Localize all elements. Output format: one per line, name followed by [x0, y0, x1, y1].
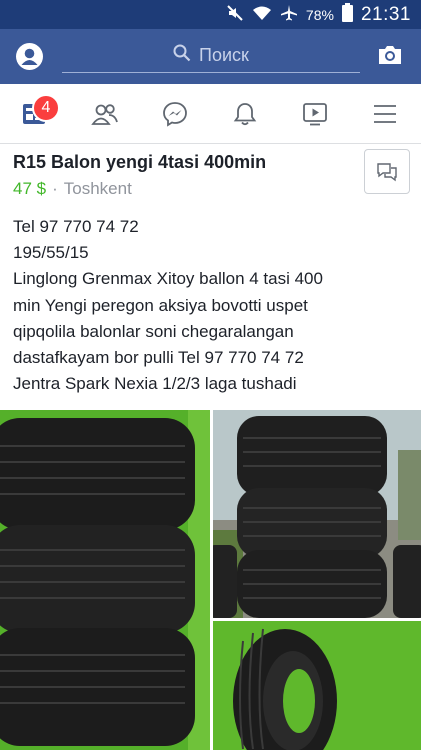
battery-icon	[341, 3, 353, 26]
video-icon	[303, 103, 327, 126]
tab-bar: 4	[0, 84, 421, 144]
bell-icon	[233, 103, 257, 126]
description-line: Linglong Grenmax Xitoy ballon 4 tasi 400	[13, 269, 323, 289]
search-input[interactable]: Поиск	[62, 39, 360, 73]
post-description: Tel 97 770 74 72 195/55/15 Linglong Gren…	[13, 214, 408, 397]
chat-bubbles-icon	[377, 162, 397, 181]
status-icons: 78% 21:31	[226, 0, 411, 29]
tab-watch[interactable]	[299, 98, 331, 130]
tab-friends[interactable]	[89, 98, 121, 130]
marketplace-post: R15 Balon yengi 4tasi 400min 47 $ · Toshke…	[0, 144, 421, 750]
description-line: Jentra Spark Nexia 1/2/3 laga tushadi	[13, 374, 297, 394]
mute-icon	[226, 4, 244, 26]
wifi-icon	[252, 5, 272, 25]
tab-messenger[interactable]	[159, 98, 191, 130]
description-line: 195/55/15	[13, 243, 89, 263]
tire-photo-1[interactable]	[0, 410, 210, 750]
friends-icon	[91, 104, 118, 125]
search-icon	[173, 44, 191, 67]
search-placeholder: Поиск	[199, 45, 249, 65]
tab-menu[interactable]	[369, 98, 401, 130]
profile-icon[interactable]	[16, 43, 43, 70]
status-bar: 78% 21:31	[0, 0, 421, 29]
location[interactable]: Toshkent	[64, 179, 132, 198]
tire-photo-3[interactable]	[213, 621, 421, 750]
clock: 21:31	[360, 3, 411, 25]
tire-photo-2[interactable]	[213, 410, 421, 618]
menu-icon	[374, 105, 396, 123]
notification-badge: 4	[32, 94, 60, 122]
message-seller-button[interactable]	[364, 149, 410, 194]
tab-notifications[interactable]	[229, 98, 261, 130]
description-line: min Yengi peregon aksiya bovotti uspet	[13, 295, 308, 315]
airplane-icon	[280, 4, 298, 26]
post-title: R15 Balon yengi 4tasi 400min	[13, 152, 267, 172]
post-meta: 47 $ · Toshkent	[13, 179, 132, 199]
price: 47 $	[13, 179, 47, 198]
battery-percent: 78%	[305, 6, 334, 23]
separator-dot: ·	[52, 179, 58, 198]
description-line: qipqolila balonlar soni chegaralangan	[13, 321, 294, 341]
description-line: Tel 97 770 74 72	[13, 217, 139, 236]
search-header: Поиск	[0, 29, 421, 84]
camera-icon[interactable]	[377, 43, 403, 69]
description-line: dastafkayam bor pulli Tel 97 770 74 72	[13, 348, 304, 368]
messenger-icon	[163, 102, 187, 127]
photo-grid	[0, 410, 421, 750]
